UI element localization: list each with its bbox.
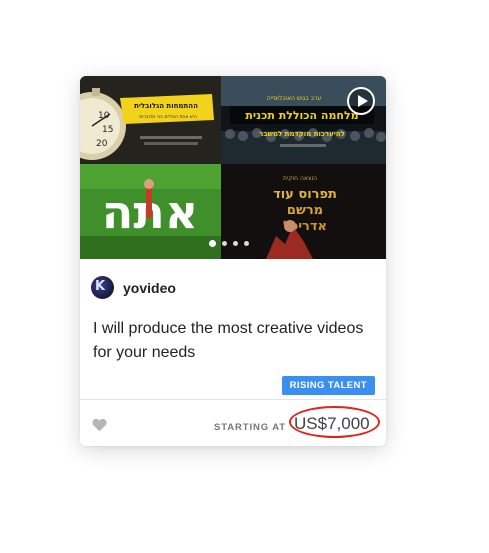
gig-title[interactable]: I will produce the most creative videos … bbox=[93, 317, 373, 365]
carousel-dots bbox=[209, 240, 249, 247]
gallery-tile-1-subtext: היא אחת המילים הכי מדוברות bbox=[139, 115, 197, 120]
svg-text:מרשם: מרשם bbox=[287, 203, 323, 218]
gig-gallery[interactable]: 10 15 20 ההתמחות הגלובלית היא אחת המילים… bbox=[80, 76, 386, 259]
gallery-tile-2-subtext: להיערכות מוקדמת למשבר bbox=[259, 130, 345, 138]
seller-name[interactable]: yovideo bbox=[123, 280, 176, 296]
avatar[interactable]: K bbox=[91, 276, 114, 299]
heart-icon[interactable] bbox=[92, 418, 107, 432]
gig-card[interactable]: 10 15 20 ההתמחות הגלובלית היא אחת המילים… bbox=[80, 76, 386, 446]
play-icon[interactable] bbox=[346, 86, 376, 116]
annotation-circle bbox=[289, 406, 380, 438]
carousel-dot-active[interactable] bbox=[209, 240, 216, 247]
svg-text:ערב בגוש האוכלוסייה: ערב בגוש האוכלוסייה bbox=[267, 95, 322, 102]
svg-text:15: 15 bbox=[102, 125, 113, 135]
svg-text:20: 20 bbox=[96, 139, 108, 149]
gallery-tile-2-headline: מלחמה הכוללת תכנית bbox=[245, 109, 358, 122]
starting-at-label: STARTING AT bbox=[214, 422, 286, 433]
gallery-tile-3: אתה bbox=[80, 164, 221, 259]
seller-info: K yovideo bbox=[91, 276, 176, 299]
rising-talent-badge: RISING TALENT bbox=[281, 376, 375, 395]
gallery-tile-4-text: תפרוס עוד bbox=[273, 187, 337, 202]
gallery-tile-1-text: ההתמחות הגלובלית bbox=[134, 102, 198, 110]
divider bbox=[80, 399, 386, 400]
svg-text:הוצאה חוקית: הוצאה חוקית bbox=[283, 175, 317, 182]
carousel-dot[interactable] bbox=[222, 241, 227, 246]
carousel-dot[interactable] bbox=[233, 241, 238, 246]
gallery-tile-1: 10 15 20 ההתמחות הגלובלית היא אחת המילים… bbox=[80, 76, 221, 164]
carousel-dot[interactable] bbox=[244, 241, 249, 246]
